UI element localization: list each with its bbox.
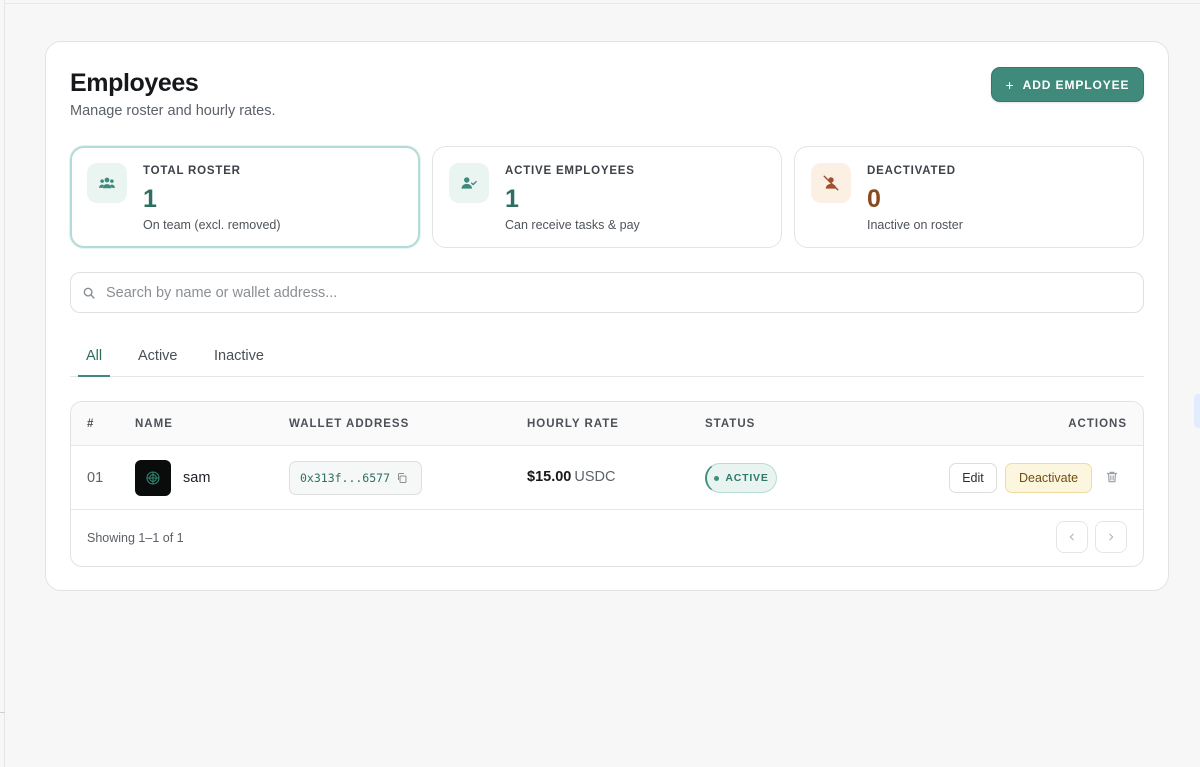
search-input[interactable]: [106, 284, 1106, 301]
table-header: # NAME WALLET ADDRESS HOURLY RATE STATUS…: [71, 402, 1143, 446]
stat-card-total-roster[interactable]: TOTAL ROSTER 1 On team (excl. removed): [70, 146, 420, 248]
employees-table: # NAME WALLET ADDRESS HOURLY RATE STATUS…: [70, 401, 1144, 567]
filter-tabs: All Active Inactive: [70, 342, 1144, 377]
plus-icon: +: [1005, 76, 1015, 93]
top-divider: [4, 3, 1200, 4]
chevron-left-icon: [1067, 532, 1077, 542]
edge-tick: [0, 712, 5, 713]
stat-value: 0: [867, 185, 881, 213]
trash-icon[interactable]: [1105, 470, 1121, 486]
column-header-actions: ACTIONS: [1068, 418, 1127, 430]
employees-card: Employees Manage roster and hourly rates…: [45, 41, 1169, 591]
tab-inactive[interactable]: Inactive: [214, 348, 264, 364]
status-dot: [714, 475, 720, 481]
window-edge: [4, 0, 5, 767]
stat-description: Can receive tasks & pay: [505, 218, 640, 232]
edit-button[interactable]: Edit: [949, 463, 997, 493]
user-check-icon: [449, 163, 489, 203]
user-off-icon: [811, 163, 851, 203]
column-header-name: NAME: [135, 418, 173, 430]
column-header-index: #: [87, 418, 95, 430]
avatar: [135, 460, 171, 496]
wallet-address: 0x313f...6577: [300, 471, 391, 485]
row-index: 01: [87, 470, 104, 486]
stat-label: TOTAL ROSTER: [143, 165, 241, 177]
employee-name: sam: [183, 470, 211, 486]
side-panel-handle[interactable]: [1194, 394, 1200, 428]
page-title: Employees: [70, 69, 199, 97]
table-row: 01 sam 0x313f...6577 $15.00 USDC ACTIVE …: [71, 446, 1143, 510]
wallet-address-chip: 0x313f...6577: [289, 461, 422, 495]
chevron-right-icon: [1106, 532, 1116, 542]
tab-active[interactable]: Active: [138, 348, 178, 364]
status-text: ACTIVE: [725, 472, 769, 484]
active-tab-indicator: [78, 375, 110, 377]
previous-page-button[interactable]: [1056, 521, 1088, 553]
stat-label: DEACTIVATED: [867, 165, 956, 177]
rate-currency: USDC: [574, 469, 616, 485]
stat-value: 1: [143, 185, 157, 213]
add-employee-button[interactable]: + ADD EMPLOYEE: [991, 67, 1144, 102]
rate-amount: $15.00: [527, 469, 572, 485]
search-icon: [82, 286, 96, 300]
users-icon: [87, 163, 127, 203]
stat-value: 1: [505, 185, 519, 213]
column-header-wallet: WALLET ADDRESS: [289, 418, 410, 430]
pagination-summary: Showing 1–1 of 1: [87, 531, 184, 545]
stat-description: On team (excl. removed): [143, 218, 281, 232]
deactivate-button[interactable]: Deactivate: [1005, 463, 1092, 493]
add-employee-label: ADD EMPLOYEE: [1022, 77, 1130, 92]
status-badge: ACTIVE: [705, 463, 777, 493]
search-bar: [70, 272, 1144, 313]
column-header-rate: HOURLY RATE: [527, 418, 619, 430]
stat-label: ACTIVE EMPLOYEES: [505, 165, 635, 177]
page-subtitle: Manage roster and hourly rates.: [70, 103, 276, 119]
stat-description: Inactive on roster: [867, 218, 963, 232]
tab-all[interactable]: All: [86, 348, 102, 364]
column-header-status: STATUS: [705, 418, 756, 430]
hourly-rate: $15.00 USDC: [527, 469, 615, 485]
stat-card-active-employees[interactable]: ACTIVE EMPLOYEES 1 Can receive tasks & p…: [432, 146, 782, 248]
stat-card-deactivated[interactable]: DEACTIVATED 0 Inactive on roster: [794, 146, 1144, 248]
next-page-button[interactable]: [1095, 521, 1127, 553]
copy-icon[interactable]: [396, 472, 408, 484]
